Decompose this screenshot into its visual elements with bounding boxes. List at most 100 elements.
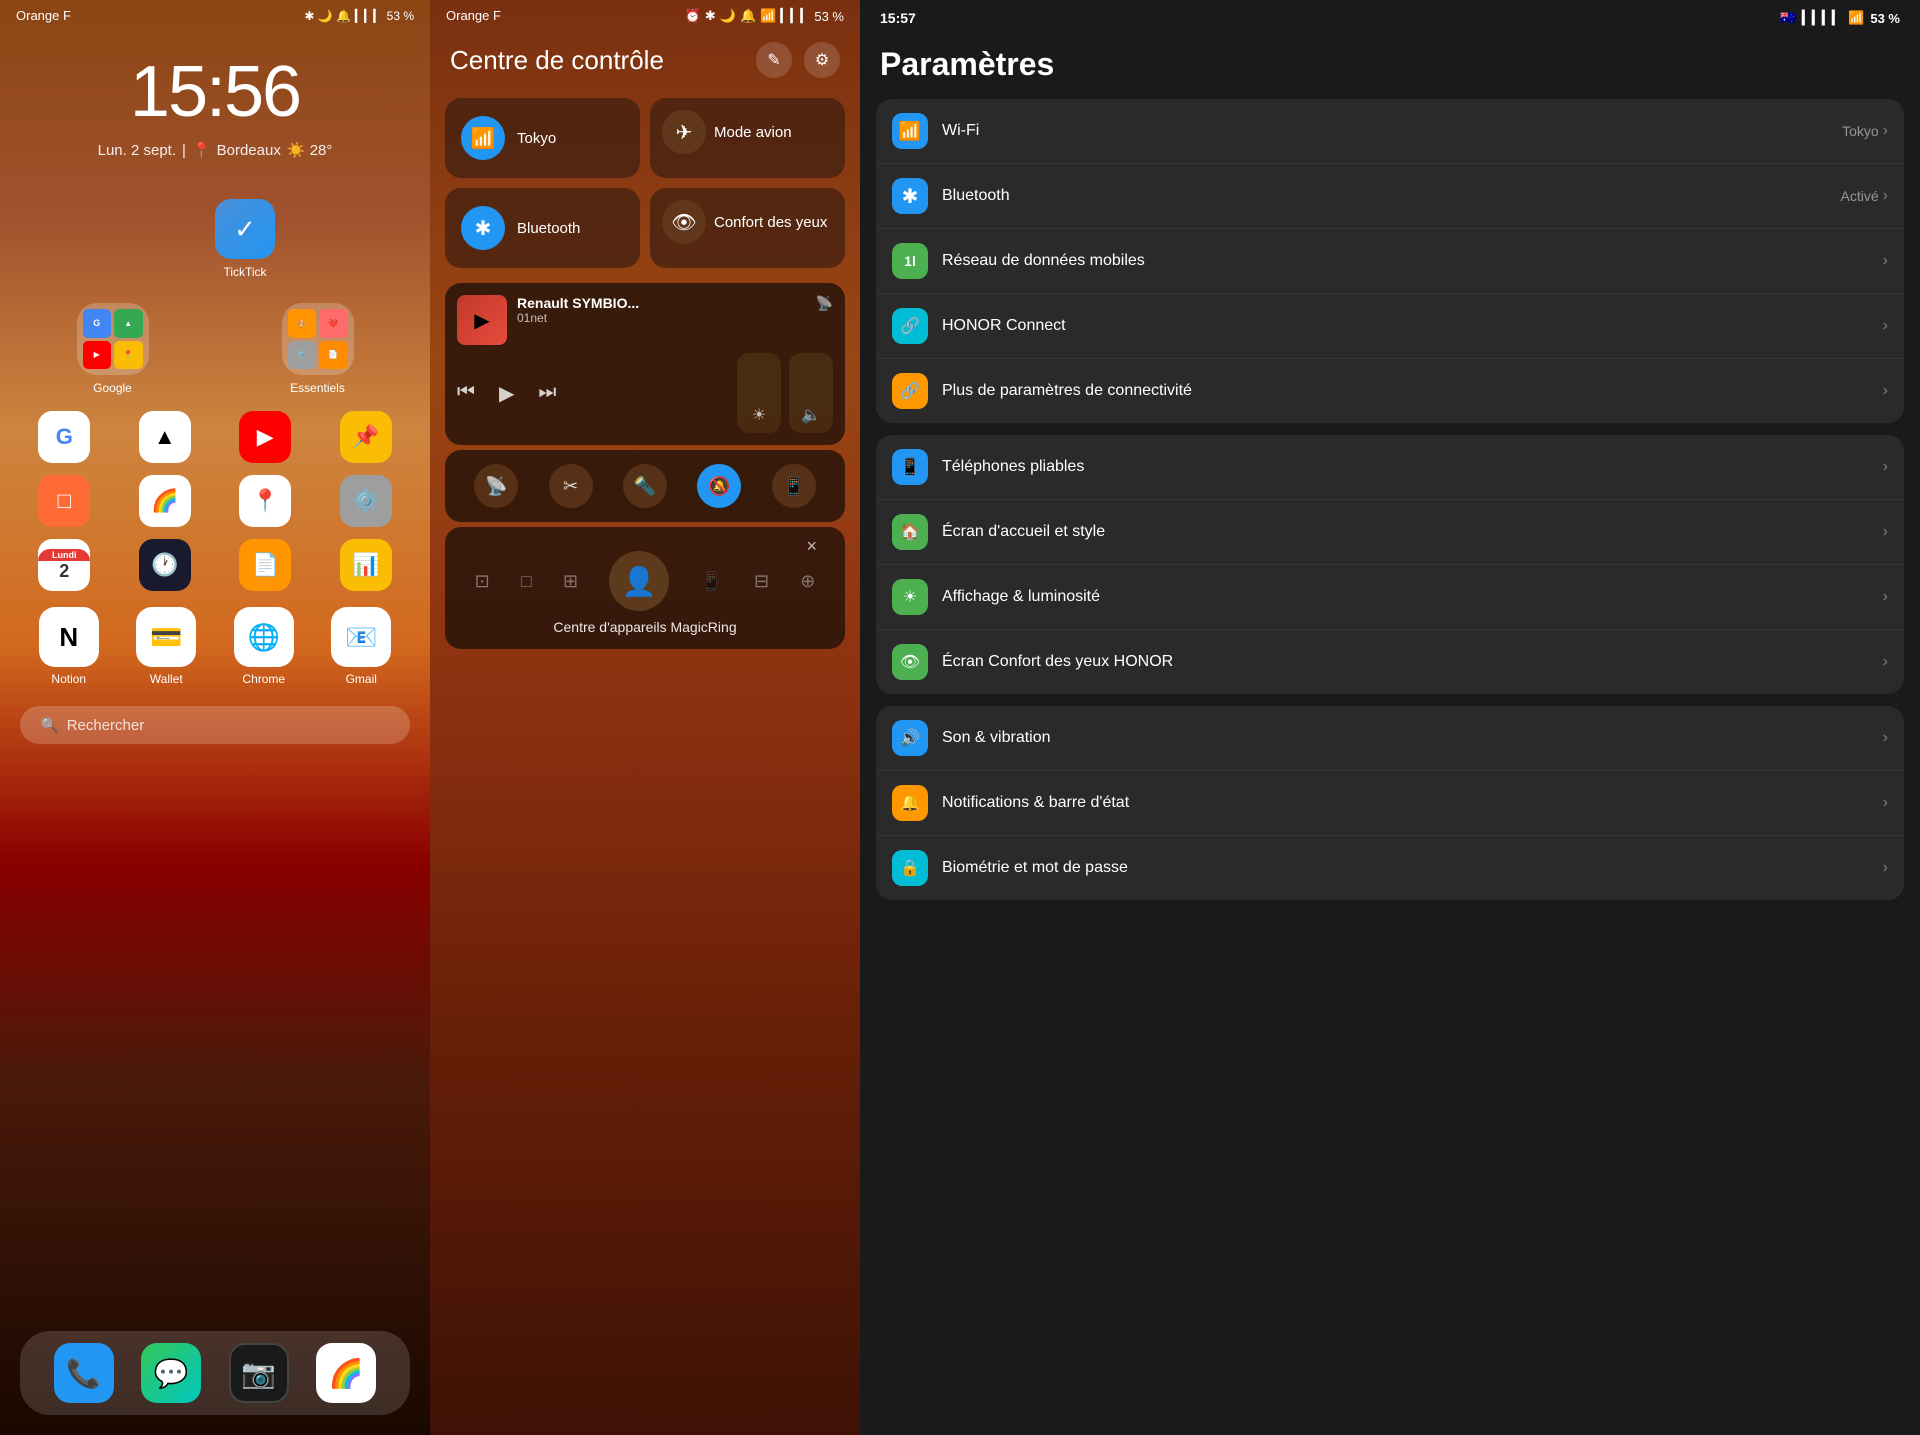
settings-section-display: 📱 Téléphones pliables › 🏠 Écran d'accuei… (876, 435, 1904, 694)
sound-label: Son & vibration (942, 729, 1051, 746)
app-square[interactable]: □ (20, 475, 109, 527)
settings-bluetooth-item[interactable]: ✱ Bluetooth Activé › (876, 164, 1904, 229)
play-pause-button[interactable]: ▶ (499, 381, 514, 406)
app-calendar[interactable]: Lundi 2 (20, 539, 109, 591)
app-slides[interactable]: 📊 (322, 539, 411, 591)
chrome-label: Chrome (242, 672, 285, 686)
photos-icon: 🌈 (316, 1343, 376, 1403)
ticktick-label: TickTick (223, 265, 266, 279)
mute-icon: 🔕 (708, 476, 730, 497)
search-placeholder: Rechercher (67, 717, 145, 734)
app-pages[interactable]: 📄 (221, 539, 310, 591)
settings-foldable-item[interactable]: 📱 Téléphones pliables › (876, 435, 1904, 500)
hotspot-tile[interactable]: 📡 (474, 464, 518, 508)
app-google[interactable]: G (20, 411, 109, 463)
ticktick-app[interactable]: ✓ TickTick (60, 199, 430, 279)
cc-wifi-tile[interactable]: 📶 Tokyo (445, 98, 640, 178)
app-notion[interactable]: N Notion (39, 607, 99, 686)
app-youtube[interactable]: ▶ (221, 411, 310, 463)
magicring-icon-2: □ (521, 571, 532, 592)
biometric-icon-symbol: 🔒 (900, 858, 920, 878)
app-settings[interactable]: ⚙️ (322, 475, 411, 527)
cc-settings-button[interactable]: ⚙ (804, 42, 840, 78)
home-status-icons: ✱ 🌙 🔔 (304, 9, 351, 23)
settings-notif-item[interactable]: 🔔 Notifications & barre d'état › (876, 771, 1904, 836)
mute-tile[interactable]: 🔕 (697, 464, 741, 508)
calendar-icon: Lundi 2 (38, 539, 90, 591)
airplane-tile-content: ✈ Mode avion (662, 110, 833, 154)
cc-magicring: × ⊡ □ ⊞ 👤 📱 ⊟ ⊕ Centre d'appareils Magic… (445, 527, 845, 649)
volume-slider[interactable]: 🔈 (789, 353, 833, 433)
app-drive[interactable]: ▲ (121, 411, 210, 463)
honor-item-label: HONOR Connect (942, 317, 1066, 334)
honor-chevron: › (1883, 317, 1888, 335)
data-chevron: › (1883, 252, 1888, 270)
settings-data-item[interactable]: 1l Réseau de données mobiles › (876, 229, 1904, 294)
magicring-close[interactable]: × (806, 536, 817, 557)
airplane-tile-icon: ✈ (662, 110, 706, 154)
settings-honor-item[interactable]: 🔗 HONOR Connect › (876, 294, 1904, 359)
settings-display-item[interactable]: ☀ Affichage & luminosité › (876, 565, 1904, 630)
bluetooth-icon-symbol: ✱ (902, 184, 919, 209)
cc-edit-button[interactable]: ✎ (756, 42, 792, 78)
flip-tile[interactable]: 📱 (772, 464, 816, 508)
settings-more-connectivity-item[interactable]: 🔗 Plus de paramètres de connectivité › (876, 359, 1904, 423)
cc-battery: 53 % (814, 9, 844, 24)
essentiels-folder-icon: 🎨 ❤️ ⚙️ 📄 (282, 303, 354, 375)
wallet-label: Wallet (150, 672, 183, 686)
settings-eye-item[interactable]: 👁 Écran Confort des yeux HONOR › (876, 630, 1904, 694)
clock-icon: 🕐 (139, 539, 191, 591)
more-connectivity-text: Plus de paramètres de connectivité (942, 382, 1869, 400)
dock-photos[interactable]: 🌈 (316, 1343, 376, 1403)
app-gmail[interactable]: 📧 Gmail (331, 607, 391, 686)
app-keep[interactable]: 📌 (322, 411, 411, 463)
settings-biometric-item[interactable]: 🔒 Biométrie et mot de passe › (876, 836, 1904, 900)
app-chrome[interactable]: 🌐 Chrome (234, 607, 294, 686)
notif-label: Notifications & barre d'état (942, 794, 1129, 811)
magicring-avatar-icon: 👤 (622, 565, 657, 598)
cc-airplane-tile[interactable]: ✈ Mode avion (650, 98, 845, 178)
more-connectivity-right: › (1883, 382, 1888, 400)
brightness-slider[interactable]: ☀ (737, 353, 781, 433)
google-folder-label: Google (93, 381, 132, 395)
wifi-chevron: › (1883, 122, 1888, 140)
control-center: Orange F ⏰ ✱ 🌙 🔔 📶 ▎▎▎ 53 % Centre de co… (430, 0, 860, 1435)
display-icon-symbol: ☀ (903, 587, 917, 607)
media-cast-icon[interactable]: 📡 (816, 295, 833, 312)
sound-text: Son & vibration (942, 729, 1869, 747)
settings-wifi-item[interactable]: 📶 Wi-Fi Tokyo › (876, 99, 1904, 164)
honor-item-icon: 🔗 (892, 308, 928, 344)
app-maps[interactable]: 📍 (221, 475, 310, 527)
eye-label: Écran Confort des yeux HONOR (942, 653, 1173, 670)
settings-status-bar: 15:57 🇦🇺 ▎▎▎▎ 📶 53 % (860, 0, 1920, 36)
phone-icon: 📞 (54, 1343, 114, 1403)
dock-phone[interactable]: 📞 (54, 1343, 114, 1403)
next-button[interactable]: ⏭ (538, 381, 556, 406)
prev-button[interactable]: ⏮ (457, 381, 475, 406)
google-folder[interactable]: G ▲ ▶ 📍 Google (77, 303, 149, 395)
cc-eye-tile[interactable]: 👁 Confort des yeux (650, 188, 845, 268)
settings-sound-item[interactable]: 🔊 Son & vibration › (876, 706, 1904, 771)
cc-header: Centre de contrôle ✎ ⚙ (430, 32, 860, 88)
home-search-bar[interactable]: 🔍 Rechercher (20, 706, 410, 744)
home-carrier: Orange F (16, 8, 71, 23)
settings-section-sound: 🔊 Son & vibration › 🔔 Notifications & ba… (876, 706, 1904, 900)
cc-bluetooth-tile[interactable]: ✱ Bluetooth (445, 188, 640, 268)
sound-icon: 🔊 (892, 720, 928, 756)
cc-alarm-icon: ⏰ (685, 8, 701, 24)
essentiels-folder[interactable]: 🎨 ❤️ ⚙️ 📄 Essentiels (282, 303, 354, 395)
app-gphotos[interactable]: 🌈 (121, 475, 210, 527)
app-wallet[interactable]: 💳 Wallet (136, 607, 196, 686)
display-icon: ☀ (892, 579, 928, 615)
flashlight-tile[interactable]: 🔦 (623, 464, 667, 508)
data-item-text: Réseau de données mobiles (942, 252, 1869, 270)
settings-home-style-item[interactable]: 🏠 Écran d'accueil et style › (876, 500, 1904, 565)
data-item-right: › (1883, 252, 1888, 270)
magicring-center[interactable]: 👤 (609, 551, 669, 611)
dock-messages[interactable]: 💬 (141, 1343, 201, 1403)
media-info: Renault SYMBIO... 01net (517, 295, 816, 325)
dock-camera[interactable]: 📷 (229, 1343, 289, 1403)
scissors-tile[interactable]: ✂ (549, 464, 593, 508)
home-weather: ☀️ 28° (287, 141, 333, 159)
app-clock[interactable]: 🕐 (121, 539, 210, 591)
